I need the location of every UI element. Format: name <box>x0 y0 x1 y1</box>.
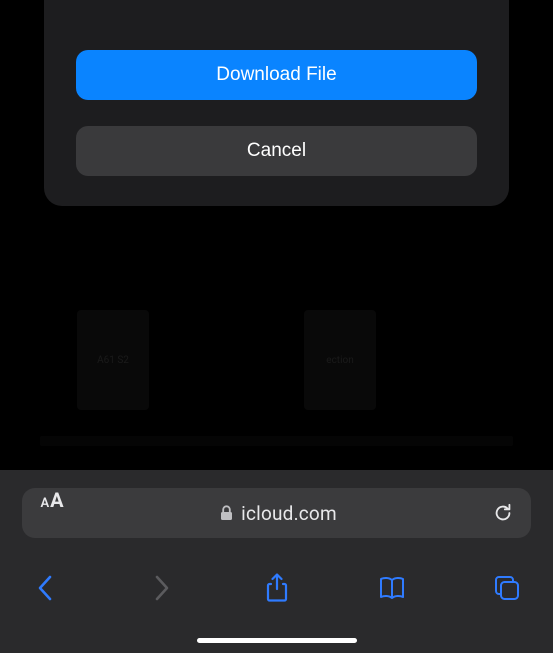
tabs-button[interactable] <box>487 568 527 608</box>
text-size-button[interactable]: A A <box>22 488 82 538</box>
cancel-button[interactable]: Cancel <box>76 126 477 176</box>
book-icon <box>377 575 407 601</box>
bookmarks-button[interactable] <box>372 568 412 608</box>
chevron-left-icon <box>37 574 55 602</box>
reload-button[interactable] <box>475 488 531 538</box>
download-button[interactable]: Download File <box>76 50 477 100</box>
text-size-big-a: A <box>50 488 63 512</box>
address-bar[interactable]: A A icloud.com <box>22 488 531 538</box>
address-bar-domain: icloud.com <box>241 502 337 525</box>
reload-icon <box>492 502 514 524</box>
share-icon <box>265 573 289 603</box>
chevron-right-icon <box>152 574 170 602</box>
toolbar-nav <box>0 560 553 616</box>
text-size-small-a: A <box>40 496 49 511</box>
lock-icon <box>220 505 233 521</box>
forward-button[interactable] <box>141 568 181 608</box>
tabs-icon <box>493 574 521 602</box>
share-button[interactable] <box>257 568 297 608</box>
address-bar-center[interactable]: icloud.com <box>82 502 475 525</box>
home-indicator[interactable] <box>197 638 357 643</box>
download-dialog: Download File Cancel <box>44 0 509 206</box>
browser-chrome: A A icloud.com <box>0 470 553 653</box>
back-button[interactable] <box>26 568 66 608</box>
